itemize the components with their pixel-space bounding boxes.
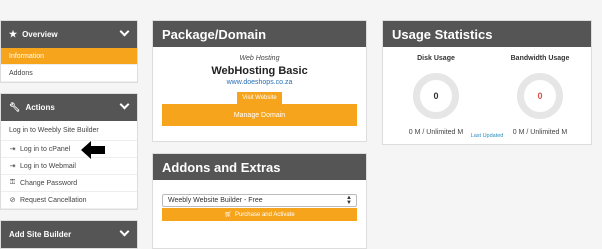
add-site-builder-header[interactable]: Add Site Builder [1, 221, 137, 248]
bandwidth-usage-gauge: 0 [517, 73, 563, 119]
add-site-builder-panel: Add Site Builder [0, 220, 138, 249]
sidebar-item-label: Log in to Weebly Site Builder [9, 127, 99, 134]
package-domain-title: Package/Domain [153, 21, 366, 47]
select-caret-icon: ▲ ▼ [346, 195, 352, 206]
login-icon: ⇥ [9, 146, 16, 153]
sidebar-item-addons[interactable]: Addons [1, 65, 137, 82]
usage-statistics-panel: Usage Statistics Disk Usage 0 0 M / Unli… [382, 20, 592, 145]
sidebar-item-label: Change Password [20, 179, 78, 187]
addon-select-value: Weebly Website Builder - Free [168, 197, 263, 204]
key-icon: ⚿ [9, 179, 16, 186]
login-icon: ⇥ [9, 163, 16, 170]
purchase-activate-button[interactable]: 🛒︎ Purchase and Activate [162, 208, 357, 221]
last-updated-link[interactable]: Last Updated [383, 133, 591, 139]
sidebar-item-webmail-login[interactable]: ⇥ Log in to Webmail [1, 158, 137, 175]
sidebar: ★ Overview Information Addons 🔧︎ Actions… [0, 20, 138, 249]
star-icon: ★ [9, 29, 18, 39]
usage-statistics-title: Usage Statistics [383, 21, 591, 47]
sidebar-item-request-cancellation[interactable]: ⊘ Request Cancellation [1, 192, 137, 209]
sidebar-item-information[interactable]: Information [1, 48, 137, 65]
sidebar-item-change-password[interactable]: ⚿ Change Password [1, 175, 137, 192]
sidebar-item-label: Log in to cPanel [20, 145, 71, 153]
package-subtitle: Web Hosting [239, 55, 280, 62]
chevron-down-icon[interactable] [119, 26, 130, 37]
actions-title: Actions [25, 103, 55, 112]
bandwidth-usage-label: Bandwidth Usage [510, 55, 570, 62]
disk-usage-label: Disk Usage [417, 55, 455, 62]
cart-icon: 🛒︎ [224, 212, 232, 218]
package-domain-panel: Package/Domain Web Hosting WebHosting Ba… [152, 20, 367, 142]
disk-usage-value: 0 [433, 91, 439, 101]
actions-panel: 🔧︎ Actions Log in to Weebly Site Builder… [0, 93, 138, 210]
overview-title: Overview [22, 30, 58, 39]
sidebar-item-label: Log in to Webmail [20, 162, 76, 170]
bandwidth-usage-value: 0 [537, 91, 543, 101]
bandwidth-usage-section: Bandwidth Usage 0 0 M / Unlimited M [495, 55, 585, 136]
chevron-down-icon[interactable] [119, 99, 130, 110]
manage-domain-button[interactable]: Manage Domain [162, 104, 357, 126]
sidebar-item-weebly-login[interactable]: Log in to Weebly Site Builder [1, 121, 137, 141]
sidebar-item-label: Information [9, 52, 45, 60]
purchase-activate-label: Purchase and Activate [234, 211, 295, 218]
chevron-down-icon[interactable] [119, 226, 130, 237]
sidebar-item-cpanel-login[interactable]: ⇥ Log in to cPanel [1, 141, 137, 158]
disk-usage-section: Disk Usage 0 0 M / Unlimited M [391, 55, 481, 136]
add-site-builder-title: Add Site Builder [9, 230, 72, 239]
ban-icon: ⊘ [9, 197, 16, 204]
left-arrow-icon [81, 141, 105, 159]
visit-website-button[interactable]: Visit Website [237, 92, 282, 104]
overview-panel: ★ Overview Information Addons [0, 20, 138, 83]
wrench-icon: 🔧︎ [9, 102, 21, 112]
sidebar-item-label: Addons [9, 69, 33, 77]
disk-usage-gauge: 0 [413, 73, 459, 119]
package-name: WebHosting Basic [211, 65, 308, 77]
addon-select[interactable]: Weebly Website Builder - Free ▲ ▼ [162, 194, 357, 207]
overview-header[interactable]: ★ Overview [1, 21, 137, 48]
actions-header[interactable]: 🔧︎ Actions [1, 94, 137, 121]
sidebar-item-label: Request Cancellation [20, 196, 87, 204]
domain-link[interactable]: www.doeshops.co.za [153, 79, 366, 86]
addons-extras-title: Addons and Extras [153, 154, 366, 180]
addons-extras-panel: Addons and Extras Weebly Website Builder… [152, 153, 367, 249]
